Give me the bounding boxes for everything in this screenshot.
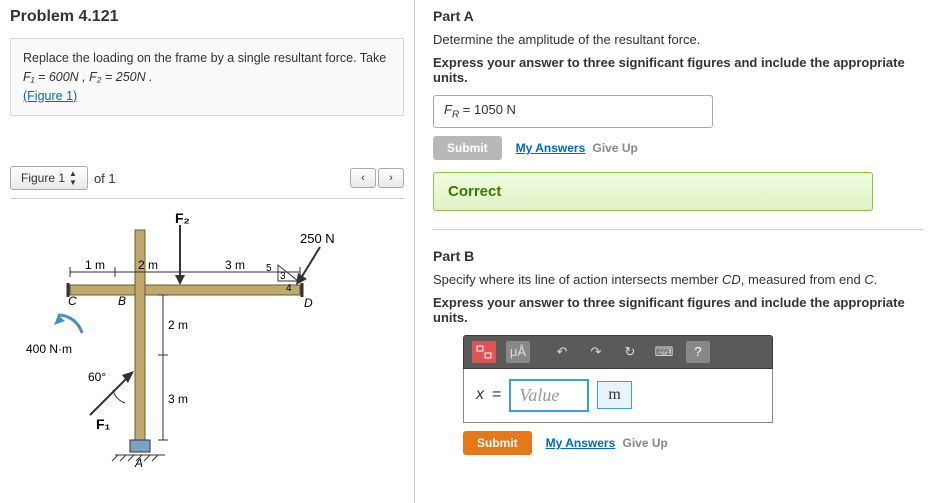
part-a-giveup-link[interactable]: Give Up [593,141,638,155]
svg-text:D: D [304,296,313,310]
part-b-input-row: x = Value m [463,369,773,423]
undo-icon[interactable]: ↶ [550,341,574,363]
units-tool-button[interactable]: μÅ [506,341,530,363]
figure-selector[interactable]: Figure 1 ▲▼ [10,166,88,190]
part-b-title: Part B [433,248,923,264]
eq-sign: = [492,386,501,404]
instruction-values: F₁ = 600N , F₂ = 250N . [23,70,153,84]
part-a-correct-badge: Correct [433,172,873,211]
fraction-tool-icon[interactable] [472,341,496,363]
svg-text:C: C [68,294,77,308]
svg-text:400 N·m: 400 N·m [26,342,72,356]
svg-text:F₂: F₂ [175,210,190,226]
figure-count: of 1 [94,171,116,186]
part-a-title: Part A [433,8,923,24]
part-b-hint: Express your answer to three significant… [433,295,923,325]
updown-icon: ▲▼ [69,169,77,187]
svg-text:A: A [134,456,143,470]
equation-toolbar: μÅ ↶ ↷ ↻ ⌨ ? [463,335,773,369]
part-a-desc: Determine the amplitude of the resultant… [433,32,923,47]
figure-label: Figure 1 [21,171,65,185]
svg-text:1 m: 1 m [85,258,105,272]
svg-text:F₁: F₁ [96,416,111,432]
part-b-submit-button[interactable]: Submit [463,431,532,455]
figure-prev-button[interactable]: ‹ [350,168,376,188]
part-a-my-answers-link[interactable]: My Answers [516,141,586,155]
part-b-giveup-link[interactable]: Give Up [623,436,668,450]
svg-text:3: 3 [280,271,286,282]
part-a-answer-box: FR = 1050 N [433,95,713,128]
part-b-unit-input[interactable]: m [597,381,631,409]
figure-image: 5 3 4 F₂ 250 N [10,198,404,478]
svg-text:2 m: 2 m [138,258,158,272]
svg-text:2 m: 2 m [168,318,188,332]
svg-text:60°: 60° [88,370,106,384]
part-b-desc: Specify where its line of action interse… [433,272,923,287]
part-b-value-input[interactable]: Value [509,379,589,412]
part-a-hint: Express your answer to three significant… [433,55,923,85]
svg-text:250 N: 250 N [300,231,335,246]
figure-link[interactable]: (Figure 1) [23,89,77,103]
svg-text:4: 4 [286,283,292,294]
answer-val: 1050 N [474,102,516,117]
svg-text:B: B [118,294,126,308]
keyboard-icon[interactable]: ⌨ [652,341,676,363]
instruction-box: Replace the loading on the frame by a si… [10,38,404,116]
svg-text:3 m: 3 m [225,258,245,272]
svg-text:3 m: 3 m [168,392,188,406]
part-b-var: x [476,386,484,404]
figure-next-button[interactable]: › [378,168,404,188]
answer-var: F [444,102,452,117]
answer-eq: = [459,102,474,117]
part-b-my-answers-link[interactable]: My Answers [546,436,616,450]
part-a-submit-button[interactable]: Submit [433,136,502,160]
problem-title: Problem 4.121 [10,8,404,26]
redo-icon[interactable]: ↷ [584,341,608,363]
instruction-text: Replace the loading on the frame by a si… [23,51,386,65]
help-icon[interactable]: ? [686,341,710,363]
reset-icon[interactable]: ↻ [618,341,642,363]
